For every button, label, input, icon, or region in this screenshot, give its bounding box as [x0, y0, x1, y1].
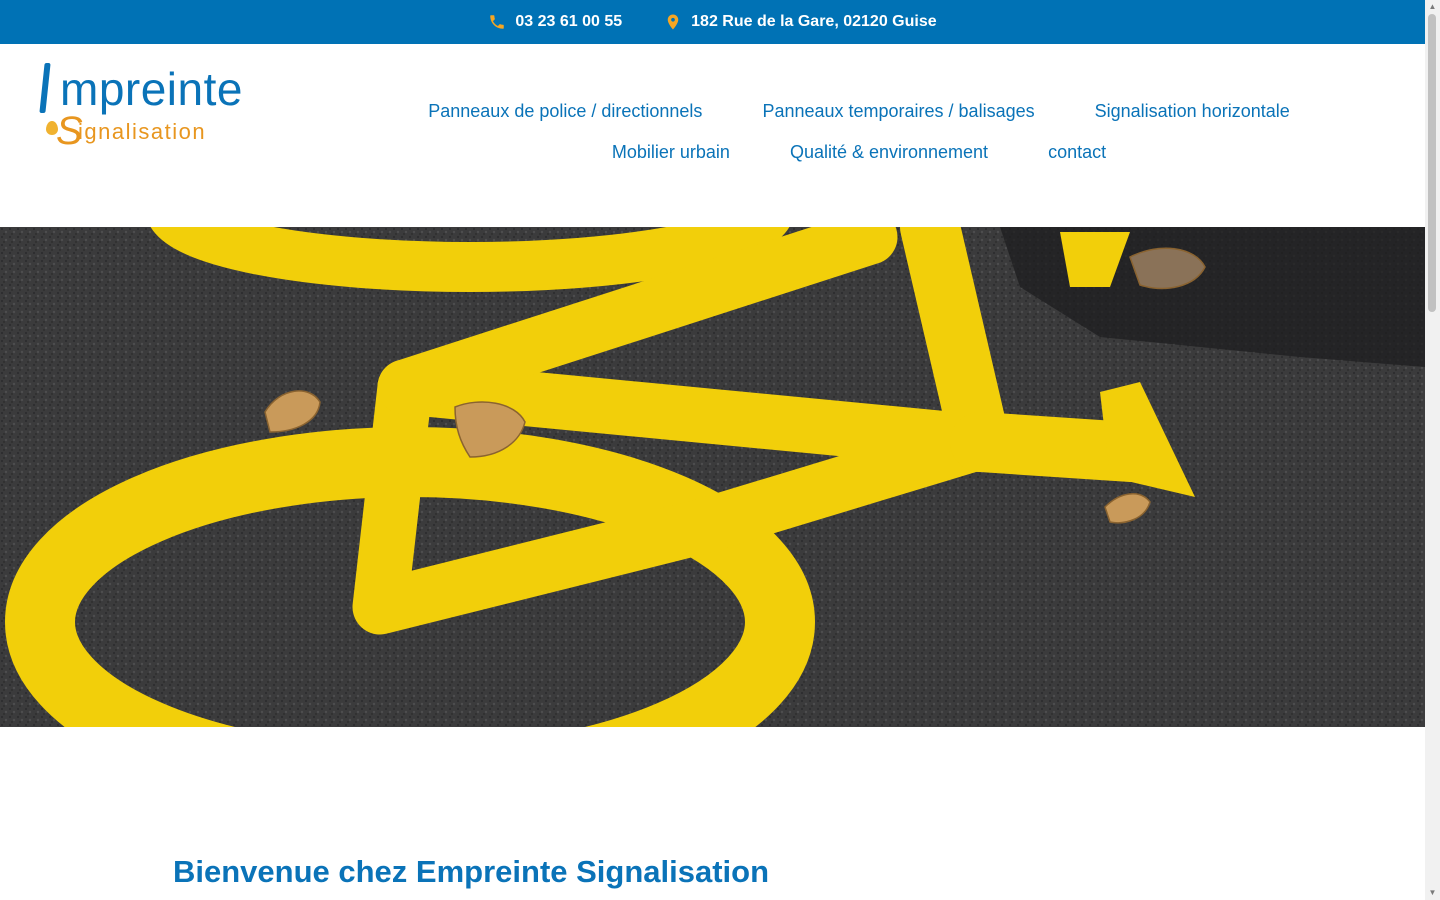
map-pin-icon — [664, 13, 682, 31]
nav-item-contact[interactable]: contact — [1048, 141, 1106, 163]
scrollbar-thumb[interactable] — [1428, 14, 1436, 312]
nav-row-1: Panneaux de police / directionnels Panne… — [394, 100, 1324, 122]
phone-icon — [488, 13, 506, 31]
phone-contact[interactable]: 03 23 61 00 55 — [488, 13, 622, 31]
logo-sub-text: ignalisation — [78, 119, 207, 144]
page-title: Bienvenue chez Empreinte Signalisation — [173, 854, 770, 889]
main-navigation: Panneaux de police / directionnels Panne… — [394, 100, 1324, 182]
nav-row-2: Mobilier urbain Qualité & environnement … — [394, 141, 1324, 163]
logo-e-bar — [39, 63, 51, 113]
scroll-up-arrow-icon[interactable]: ▲ — [1425, 0, 1440, 14]
nav-item-panneaux-police[interactable]: Panneaux de police / directionnels — [428, 100, 702, 122]
scroll-down-arrow-icon[interactable]: ▼ — [1425, 886, 1440, 900]
brand-logo[interactable]: mpreinte S ignalisation — [38, 61, 283, 153]
top-contact-bar: 03 23 61 00 55 182 Rue de la Gare, 02120… — [0, 0, 1425, 44]
phone-number[interactable]: 03 23 61 00 55 — [515, 13, 622, 31]
vertical-scrollbar[interactable]: ▲ ▼ — [1425, 0, 1440, 900]
nav-item-qualite-environnement[interactable]: Qualité & environnement — [790, 141, 988, 163]
nav-item-signalisation-horizontale[interactable]: Signalisation horizontale — [1095, 100, 1290, 122]
hero-image — [0, 227, 1425, 727]
address-text[interactable]: 182 Rue de la Gare, 02120 Guise — [691, 13, 936, 31]
bike-lane-marking-illustration — [0, 227, 1425, 727]
nav-item-panneaux-temporaires[interactable]: Panneaux temporaires / balisages — [762, 100, 1034, 122]
address-contact[interactable]: 182 Rue de la Gare, 02120 Guise — [664, 13, 937, 31]
site-header: mpreinte S ignalisation Panneaux de poli… — [0, 44, 1425, 227]
logo-main-text: mpreinte — [60, 63, 243, 115]
nav-item-mobilier-urbain[interactable]: Mobilier urbain — [612, 141, 730, 163]
